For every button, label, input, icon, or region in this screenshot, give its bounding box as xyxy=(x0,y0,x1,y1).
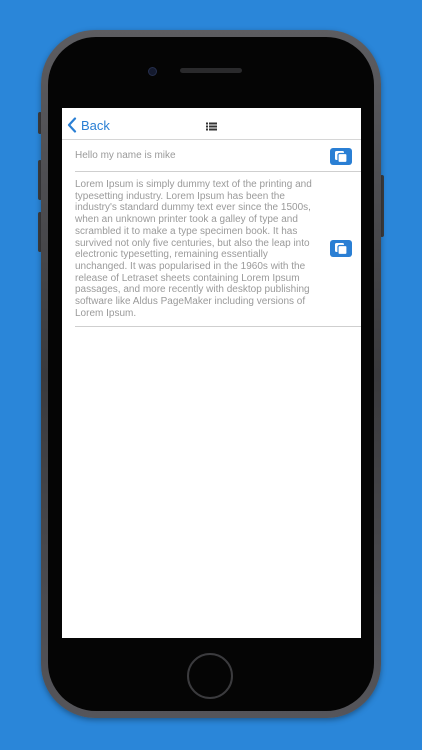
chevron-left-icon xyxy=(67,117,77,133)
copy-button[interactable] xyxy=(330,240,352,257)
list-item: Lorem Ipsum is simply dummy text of the … xyxy=(75,172,361,327)
message-text: Hello my name is mike xyxy=(75,150,176,161)
copy-button[interactable] xyxy=(330,148,352,165)
copy-icon xyxy=(335,151,348,163)
back-button[interactable]: Back xyxy=(67,116,110,134)
front-camera xyxy=(148,67,157,76)
message-text: Lorem Ipsum is simply dummy text of the … xyxy=(75,179,312,319)
list-item: Hello my name is mike xyxy=(75,140,361,172)
earpiece-speaker xyxy=(180,68,242,73)
back-label: Back xyxy=(81,117,110,133)
list-icon[interactable] xyxy=(206,118,217,131)
navigation-bar: Back xyxy=(62,108,361,140)
app-screen: Back Hello my name is mike Lorem Ipsum i… xyxy=(62,108,361,638)
home-button[interactable] xyxy=(187,653,233,699)
copy-icon xyxy=(335,243,348,255)
